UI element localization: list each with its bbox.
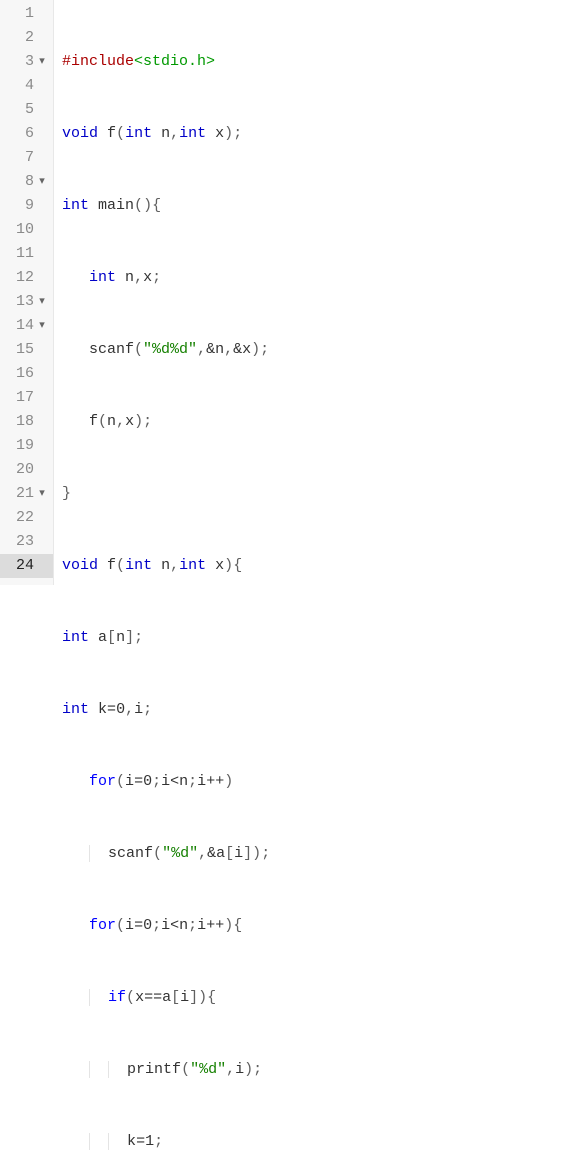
line-number: 19 — [10, 434, 34, 458]
gutter-line: 15 — [0, 338, 53, 362]
line-number: 21 — [10, 482, 34, 506]
line-number: 5 — [10, 98, 34, 122]
gutter-line: 6 — [0, 122, 53, 146]
gutter-line: 14▾ — [0, 314, 53, 338]
line-number: 15 — [10, 338, 34, 362]
gutter-line: 7 — [0, 146, 53, 170]
gutter-line: 10 — [0, 218, 53, 242]
code-line: if(x==a[i]){ — [62, 986, 569, 1010]
gutter: 123▾45678▾910111213▾14▾15161718192021▾22… — [0, 0, 54, 585]
code-line: } — [62, 482, 569, 506]
gutter-line: 19 — [0, 434, 53, 458]
code-line: int k=0,i; — [62, 698, 569, 722]
fold-icon[interactable]: ▾ — [37, 314, 47, 338]
gutter-line: 22 — [0, 506, 53, 530]
code-line: void f(int n,int x){ — [62, 554, 569, 578]
line-number: 6 — [10, 122, 34, 146]
gutter-line: 18 — [0, 410, 53, 434]
code-line: int a[n]; — [62, 626, 569, 650]
code-line: int n,x; — [62, 266, 569, 290]
line-number: 20 — [10, 458, 34, 482]
line-number: 11 — [10, 242, 34, 266]
code-line: void f(int n,int x); — [62, 122, 569, 146]
line-number: 8 — [10, 170, 34, 194]
code-line: #include<stdio.h> — [62, 50, 569, 74]
fold-icon[interactable]: ▾ — [37, 482, 47, 506]
gutter-line: 3▾ — [0, 50, 53, 74]
gutter-line: 21▾ — [0, 482, 53, 506]
code-line: k=1; — [62, 1130, 569, 1154]
line-number: 9 — [10, 194, 34, 218]
line-number: 18 — [10, 410, 34, 434]
code-area[interactable]: #include<stdio.h> void f(int n,int x); i… — [54, 0, 569, 585]
code-line: for(i=0;i<n;i++){ — [62, 914, 569, 938]
line-number: 2 — [10, 26, 34, 50]
gutter-line: 24 — [0, 554, 53, 578]
gutter-line: 12 — [0, 266, 53, 290]
code-line: f(n,x); — [62, 410, 569, 434]
gutter-line: 23 — [0, 530, 53, 554]
fold-icon[interactable]: ▾ — [37, 170, 47, 194]
gutter-line: 17 — [0, 386, 53, 410]
code-line: printf("%d",i); — [62, 1058, 569, 1082]
gutter-line: 13▾ — [0, 290, 53, 314]
fold-icon[interactable]: ▾ — [37, 50, 47, 74]
code-line: scanf("%d%d",&n,&x); — [62, 338, 569, 362]
line-number: 10 — [10, 218, 34, 242]
gutter-line: 9 — [0, 194, 53, 218]
gutter-line: 16 — [0, 362, 53, 386]
gutter-line: 1 — [0, 2, 53, 26]
line-number: 17 — [10, 386, 34, 410]
gutter-line: 5 — [0, 98, 53, 122]
code-line: scanf("%d",&a[i]); — [62, 842, 569, 866]
code-editor: 123▾45678▾910111213▾14▾15161718192021▾22… — [0, 0, 569, 585]
line-number: 3 — [10, 50, 34, 74]
gutter-line: 11 — [0, 242, 53, 266]
line-number: 24 — [10, 554, 34, 578]
line-number: 1 — [10, 2, 34, 26]
line-number: 13 — [10, 290, 34, 314]
line-number: 22 — [10, 506, 34, 530]
gutter-line: 4 — [0, 74, 53, 98]
gutter-line: 8▾ — [0, 170, 53, 194]
line-number: 4 — [10, 74, 34, 98]
line-number: 14 — [10, 314, 34, 338]
line-number: 23 — [10, 530, 34, 554]
gutter-line: 2 — [0, 26, 53, 50]
line-number: 12 — [10, 266, 34, 290]
fold-icon[interactable]: ▾ — [37, 290, 47, 314]
line-number: 16 — [10, 362, 34, 386]
line-number: 7 — [10, 146, 34, 170]
code-line: for(i=0;i<n;i++) — [62, 770, 569, 794]
gutter-line: 20 — [0, 458, 53, 482]
code-line: int main(){ — [62, 194, 569, 218]
